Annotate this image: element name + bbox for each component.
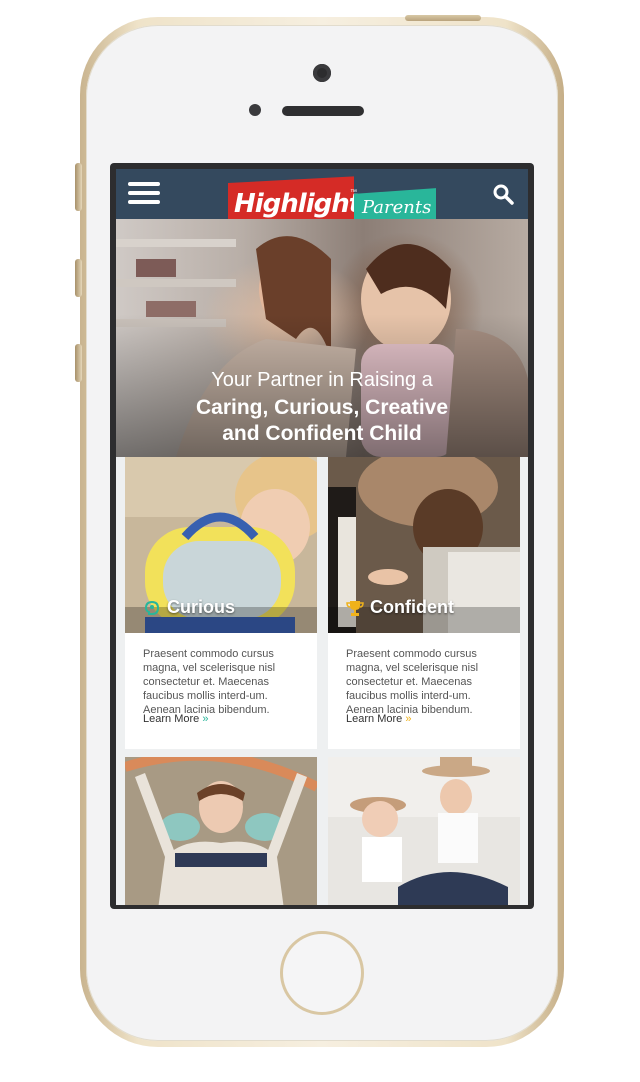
earpiece-speaker xyxy=(282,106,364,116)
home-button[interactable] xyxy=(280,931,364,1015)
card-confident-body: Praesent commodo cursus magna, vel scele… xyxy=(346,648,479,716)
learn-more-label: Learn More xyxy=(346,713,403,725)
hero-tagline: Your Partner in Raising a xyxy=(211,369,433,391)
card-curious-learn-more-link[interactable]: Learn More » xyxy=(143,713,208,725)
proximity-sensor xyxy=(249,104,261,116)
mute-switch xyxy=(75,163,82,211)
volume-up-button xyxy=(75,259,82,297)
front-camera xyxy=(313,64,331,82)
hamburger-menu-icon[interactable] xyxy=(128,182,160,206)
trophy-icon xyxy=(346,601,364,616)
card-caring-photo xyxy=(328,757,520,905)
chevron-right-icon: » xyxy=(202,713,209,725)
card-confident-title: Confident xyxy=(370,597,454,617)
chevron-right-icon: » xyxy=(405,713,412,725)
card-creative[interactable] xyxy=(125,757,317,905)
app-viewport: Highlights ™ Parents Your Partner in Rai… xyxy=(116,169,528,905)
hero-headline-1: Caring, Curious, Creative xyxy=(195,396,449,419)
brain-icon xyxy=(144,600,160,615)
hero-headline-2: and Confident Child xyxy=(222,422,422,445)
volume-down-button xyxy=(75,344,82,382)
card-caring[interactable] xyxy=(328,757,520,905)
top-navbar: Highlights ™ Parents xyxy=(116,169,528,231)
card-confident[interactable]: Confident Praesent commodo cursus magna,… xyxy=(328,457,520,749)
card-creative-photo xyxy=(125,757,317,905)
search-icon[interactable] xyxy=(492,183,514,205)
card-curious-title: Curious xyxy=(167,597,236,617)
power-button xyxy=(405,15,481,21)
card-curious-body: Praesent commodo cursus magna, vel scele… xyxy=(143,648,276,716)
logo-subtitle: Parents xyxy=(362,197,432,218)
hero-banner: Your Partner in Raising a Caring, Curiou… xyxy=(116,219,528,457)
card-curious[interactable]: Curious Praesent commodo cursus magna, v… xyxy=(125,457,317,749)
learn-more-label: Learn More xyxy=(143,713,200,725)
phone-screen: Highlights ™ Parents Your Partner in Rai… xyxy=(110,163,534,909)
card-confident-learn-more-link[interactable]: Learn More » xyxy=(346,713,411,725)
